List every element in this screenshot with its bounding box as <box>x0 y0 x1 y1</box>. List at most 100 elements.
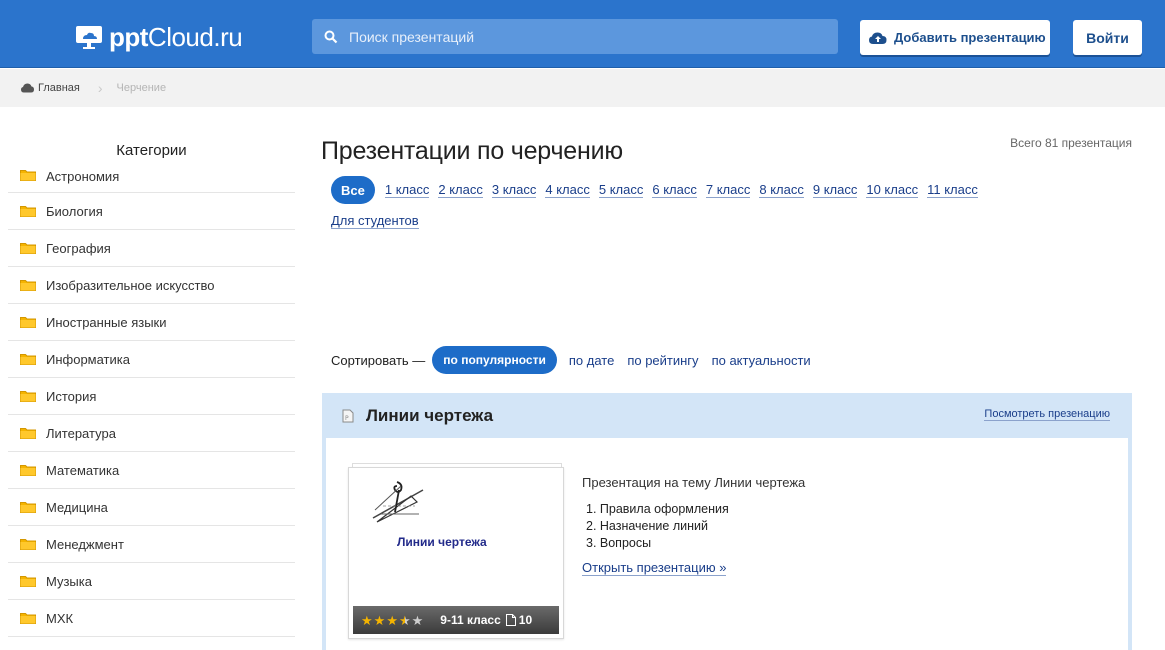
site-logo[interactable]: ppt Cloud.ru <box>75 20 243 54</box>
category-item[interactable]: Изобразительное искусство <box>8 267 295 304</box>
category-item[interactable]: География <box>8 230 295 267</box>
cloud-home-icon <box>21 83 34 93</box>
sort-label: Сортировать — <box>331 352 426 368</box>
category-label: Менеджмент <box>46 536 124 552</box>
view-presentation-link[interactable]: Посмотреть презенацию <box>984 408 1110 421</box>
grade-label: 9-11 класс <box>440 613 501 627</box>
search-input[interactable] <box>349 28 809 45</box>
search-box[interactable] <box>312 19 838 54</box>
star-icon: ★ <box>411 612 424 628</box>
cloud-screen-icon <box>76 26 102 49</box>
breadcrumb-home-link[interactable]: Главная <box>38 82 80 94</box>
category-label: Изобразительное искусство <box>46 277 215 293</box>
filter-class-link[interactable]: 1 класс <box>384 182 430 198</box>
category-label: Информатика <box>46 351 130 367</box>
presentation-card: P Линии чертежа Посмотреть презенацию Ли… <box>322 393 1132 650</box>
thumbnail-info-bar: ★ ★ ★ ★ ★ 9-11 класс 10 <box>353 606 559 634</box>
filter-class-link[interactable]: 2 класс <box>438 182 483 198</box>
outline-item: 1. Правила оформления <box>586 502 729 516</box>
category-item[interactable]: Менеджмент <box>8 526 295 563</box>
card-header: P Линии чертежа Посмотреть презенацию <box>322 393 1132 438</box>
filter-class-link[interactable]: 3 класс <box>491 182 537 198</box>
top-header: pptCloud.ru Добавить презентацию Войти <box>0 0 1165 68</box>
folder-icon <box>20 428 36 439</box>
login-button[interactable]: Войти <box>1073 20 1142 55</box>
breadcrumb: Главная › Черчение <box>0 69 1165 107</box>
category-item[interactable]: Математика <box>8 452 295 489</box>
filter-class-link[interactable]: 5 класс <box>598 182 644 198</box>
category-item[interactable]: Иностранные языки <box>8 304 295 341</box>
folder-icon <box>20 243 36 254</box>
pages-icon <box>505 614 516 626</box>
sort-option-link[interactable]: по дате <box>569 353 614 368</box>
category-label: История <box>46 388 97 404</box>
search-icon <box>324 30 338 43</box>
category-item[interactable]: Музыка <box>8 563 295 600</box>
page-count: 10 <box>518 613 533 627</box>
folder-icon <box>20 502 36 513</box>
folder-icon <box>20 465 36 476</box>
category-label: Астрономия <box>46 169 120 184</box>
svg-text:P: P <box>345 415 349 422</box>
category-item[interactable]: Астрономия <box>8 167 295 193</box>
category-item[interactable]: Медицина <box>8 489 295 526</box>
filter-class-link[interactable]: 10 класс <box>866 182 919 198</box>
filter-class-link[interactable]: 9 класс <box>812 182 858 198</box>
presentation-thumbnail[interactable]: Линии чертежа ★ ★ ★ ★ ★ 9-11 класс 10 <box>348 463 564 639</box>
star-icon: ★ <box>398 612 411 628</box>
star-icon: ★ <box>361 612 373 628</box>
category-label: Музыка <box>46 573 92 589</box>
filter-class-link[interactable]: 8 класс <box>759 182 804 198</box>
sort-option-link[interactable]: по актуальности <box>712 353 811 368</box>
categories-sidebar: Категории Астрономия Биология География Изо… <box>8 107 295 637</box>
categories-title: Категории <box>116 142 187 159</box>
card-title[interactable]: Линии чертежа <box>366 406 493 426</box>
folder-icon <box>20 576 36 587</box>
category-label: Математика <box>46 462 120 478</box>
folder-icon <box>20 317 36 328</box>
card-body: Линии чертежа ★ ★ ★ ★ ★ 9-11 класс 10 Презен… <box>326 438 1128 650</box>
logo-domain-text: Cloud.ru <box>147 21 243 52</box>
filter-students-link[interactable]: Для студентов <box>331 214 419 229</box>
presentation-outline: 1. Правила оформления 2. Назначение линий… <box>586 502 729 553</box>
add-presentation-label: Добавить презентацию <box>894 30 1046 45</box>
category-item[interactable]: История <box>8 378 295 415</box>
category-item[interactable]: Информатика <box>8 341 295 378</box>
category-item[interactable]: МХК <box>8 600 295 637</box>
sort-bar: Сортировать — по популярности по дате по … <box>331 346 824 374</box>
folder-icon <box>20 170 36 181</box>
folder-icon <box>20 280 36 291</box>
add-presentation-button[interactable]: Добавить презентацию <box>860 20 1050 55</box>
category-label: Иностранные языки <box>46 314 167 330</box>
star-icon: ★ <box>386 612 398 628</box>
sort-option-link[interactable]: по рейтингу <box>627 353 698 368</box>
folder-icon <box>20 391 36 402</box>
outline-item: 2. Назначение линий <box>586 519 708 533</box>
page-title: Презентации по черчению <box>321 137 623 165</box>
sort-popularity-button[interactable]: по популярности <box>432 346 557 374</box>
filter-class-link[interactable]: 7 класс <box>705 182 751 198</box>
category-label: Медицина <box>46 499 108 515</box>
thumbnail-caption: Линии чертежа <box>397 535 487 549</box>
outline-item: 3. Вопросы <box>586 536 652 550</box>
category-item[interactable]: Биология <box>8 193 295 230</box>
folder-icon <box>20 206 36 217</box>
breadcrumb-current: Черчение <box>116 82 167 94</box>
star-icon: ★ <box>373 612 386 628</box>
breadcrumb-separator: › <box>97 80 103 96</box>
category-label: Литература <box>46 425 116 441</box>
logo-ppt-text: ppt <box>109 21 148 52</box>
filter-class-link[interactable]: 11 класс <box>927 182 978 198</box>
drawing-tools-image <box>372 481 424 523</box>
login-label: Войти <box>1086 29 1129 46</box>
filter-class-link[interactable]: 4 класс <box>545 182 590 198</box>
folder-icon <box>20 354 36 365</box>
open-presentation-link[interactable]: Открыть презентацию » <box>582 561 727 576</box>
filter-class-link[interactable]: 6 класс <box>652 182 697 198</box>
categories-list: Астрономия Биология География Изобразительн… <box>8 167 295 637</box>
category-label: География <box>46 240 111 256</box>
category-item[interactable]: Литература <box>8 415 295 452</box>
rating-stars: ★ ★ ★ ★ ★ <box>361 614 424 627</box>
folder-icon <box>20 539 36 550</box>
filter-all-button[interactable]: Все <box>331 176 375 204</box>
